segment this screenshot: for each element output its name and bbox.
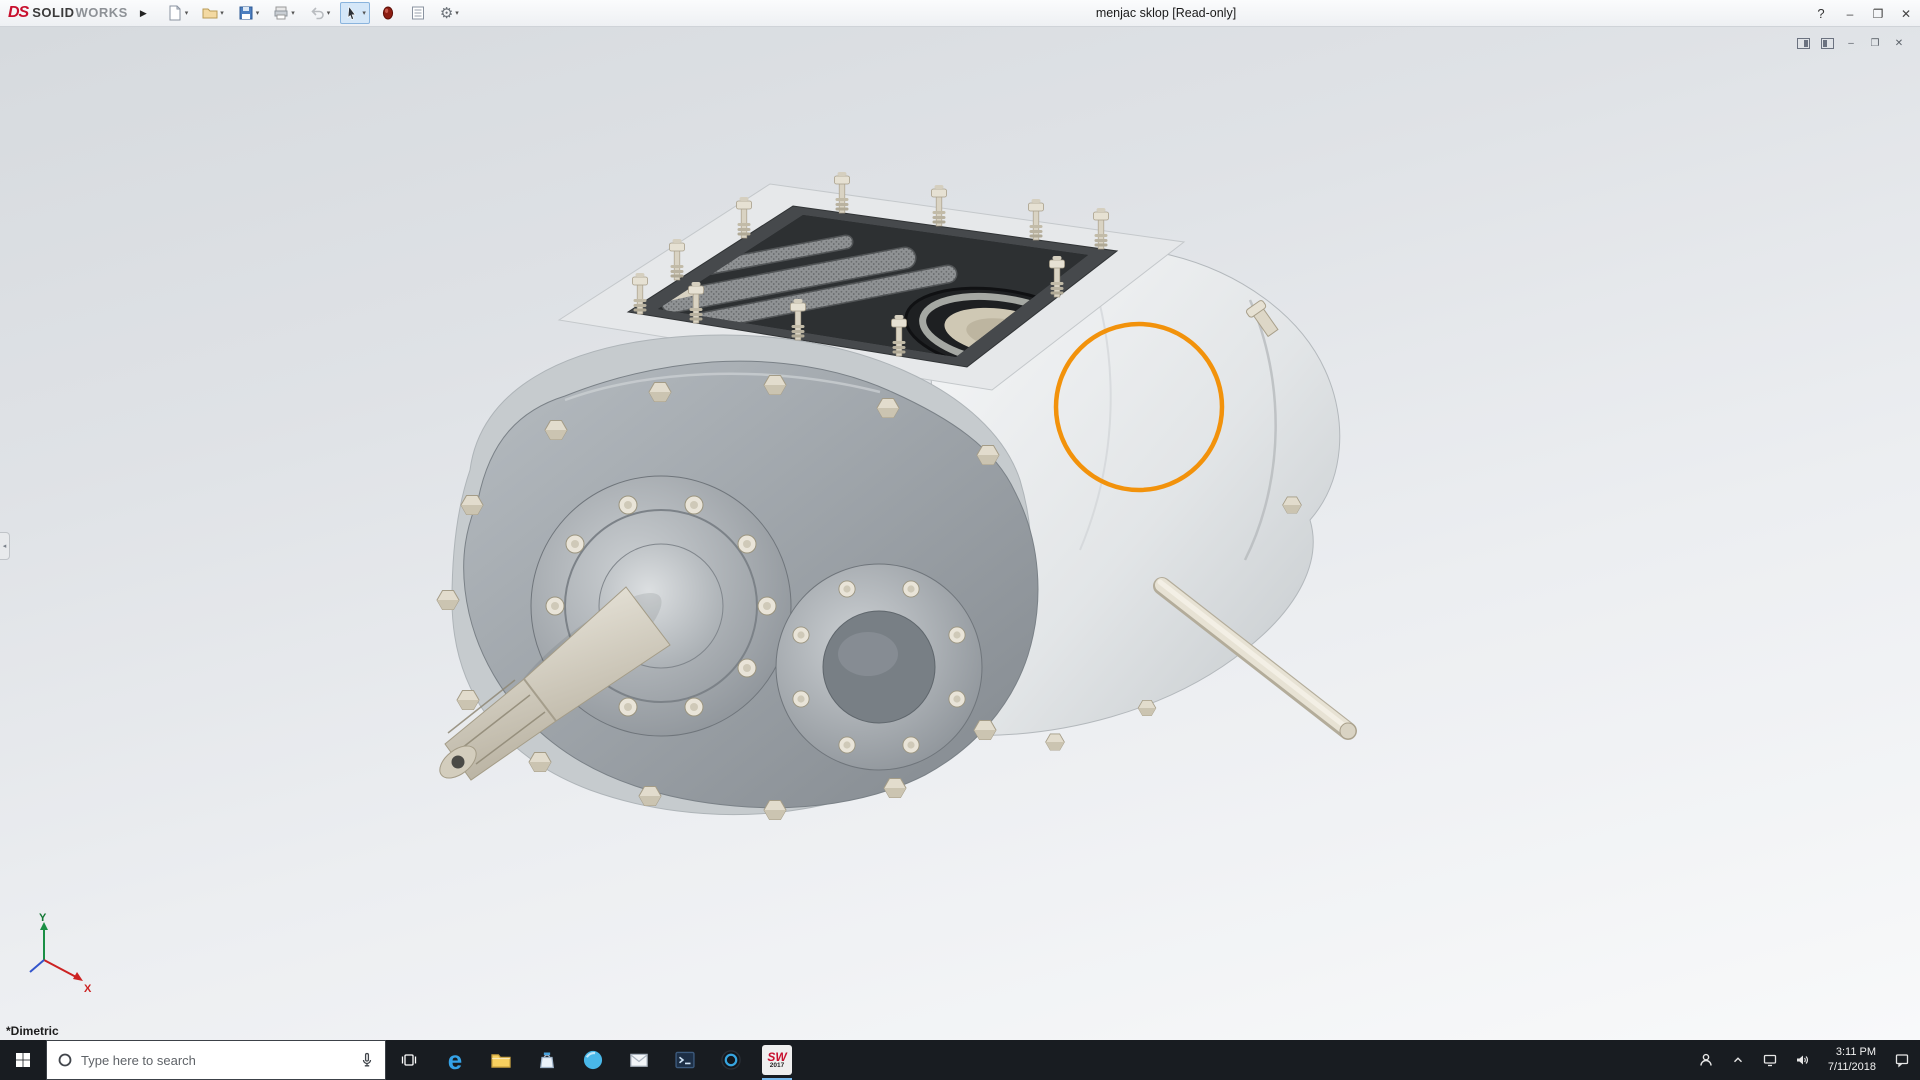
task-view-button[interactable] — [386, 1040, 432, 1080]
select-arrow-icon — [347, 5, 357, 20]
save-button[interactable]: ▾ — [234, 2, 264, 24]
speaker-icon — [1796, 1055, 1808, 1065]
maximize-button[interactable]: ❐ — [1864, 0, 1892, 27]
app-titlebar: DS SOLID WORKS ▶ ▾ ▾ ▾ ▾ ▾ ▾ ⚙ ▾ menjac … — [0, 0, 1920, 27]
sw-icon-text: SW — [767, 1049, 787, 1064]
orientation-triad: Y X — [29, 912, 92, 995]
microphone-icon[interactable] — [359, 1052, 375, 1068]
display-pane-icon[interactable] — [1794, 35, 1812, 51]
open-button[interactable]: ▾ — [198, 2, 228, 24]
window-controls: ? – ❐ ✕ — [1806, 0, 1920, 27]
volume-button[interactable] — [1788, 1040, 1816, 1080]
dropdown-icon[interactable]: ▾ — [220, 9, 224, 17]
dropdown-icon[interactable]: ▾ — [455, 9, 459, 17]
select-tool-button[interactable]: ▾ — [340, 2, 370, 24]
terminal-icon — [675, 1051, 695, 1069]
display-pane-alt-icon[interactable] — [1818, 35, 1836, 51]
task-view-icon — [401, 1054, 417, 1066]
dropdown-icon[interactable]: ▾ — [362, 9, 366, 17]
solidworks-taskbar-button[interactable]: SW 2017 — [754, 1040, 800, 1080]
file-explorer-icon — [491, 1054, 511, 1068]
edge-button[interactable]: e — [432, 1040, 478, 1080]
doc-restore-button[interactable]: ❐ — [1866, 35, 1884, 51]
print-icon — [274, 6, 288, 20]
close-button[interactable]: ✕ — [1892, 0, 1920, 27]
gear-icon: ⚙ — [439, 4, 454, 22]
action-center-icon — [1895, 1054, 1909, 1068]
logo-text-solid: SOLID — [32, 5, 75, 20]
new-document-button[interactable]: ▾ — [163, 2, 193, 24]
windows-logo-icon — [16, 1053, 30, 1067]
clock-time: 3:11 PM — [1835, 1046, 1876, 1059]
round-app-button[interactable] — [570, 1040, 616, 1080]
triad-x-label: X — [84, 983, 92, 995]
triad-y-label: Y — [39, 912, 47, 924]
clock-date: 7/11/2018 — [1827, 1061, 1876, 1073]
print-button[interactable]: ▾ — [269, 2, 299, 24]
sw-icon-year: 2017 — [769, 1061, 785, 1069]
solidworks-logo: DS SOLID WORKS — [0, 4, 136, 22]
undo-button[interactable]: ▾ — [305, 2, 335, 24]
open-folder-icon — [202, 8, 218, 19]
doc-minimize-button[interactable]: – — [1842, 35, 1860, 51]
document-window-controls: – ❐ ✕ — [1794, 35, 1908, 51]
options-button[interactable]: ⚙ ▾ — [436, 3, 463, 24]
solidworks-app-icon: SW 2017 — [762, 1045, 792, 1075]
round-app-icon — [583, 1050, 603, 1070]
menu-expand-icon[interactable]: ▶ — [136, 8, 157, 19]
chevron-up-icon — [1733, 1057, 1742, 1063]
document-title: menjac sklop [Read-only] — [1095, 6, 1237, 20]
minimize-button[interactable]: – — [1836, 0, 1864, 27]
output-flange[interactable] — [775, 563, 983, 771]
appearance-button[interactable] — [376, 2, 400, 24]
mail-button[interactable] — [616, 1040, 662, 1080]
system-tray: 3:11 PM 7/11/2018 — [1692, 1040, 1920, 1080]
flyout-arrow-icon: ◂ — [2, 543, 7, 550]
media-app-button[interactable] — [708, 1040, 754, 1080]
dassault-logo-icon: DS — [8, 4, 29, 21]
save-icon — [239, 6, 253, 20]
dropdown-icon[interactable]: ▾ — [256, 9, 260, 17]
store-bag-icon — [540, 1052, 554, 1069]
doc-close-button[interactable]: ✕ — [1890, 35, 1908, 51]
help-button[interactable]: ? — [1806, 6, 1836, 21]
panel-flyout-handle[interactable]: ◂ — [0, 532, 10, 560]
windows-taskbar: e — [0, 1040, 1920, 1080]
action-center-button[interactable] — [1888, 1040, 1916, 1080]
edge-icon: e — [447, 1045, 463, 1075]
start-button[interactable] — [0, 1040, 46, 1080]
graphics-area[interactable]: – ❐ ✕ ◂ Y X *Dimetric — [0, 27, 1920, 1040]
network-button[interactable] — [1756, 1040, 1784, 1080]
mail-icon — [630, 1053, 648, 1067]
network-icon — [1763, 1054, 1777, 1067]
sheet-icon — [411, 6, 424, 20]
new-document-icon — [169, 5, 181, 21]
view-orientation-label: *Dimetric — [6, 1024, 59, 1038]
terminal-button[interactable] — [662, 1040, 708, 1080]
search-icon — [58, 1053, 72, 1067]
dropdown-icon[interactable]: ▾ — [327, 9, 331, 17]
tray-expand-button[interactable] — [1724, 1040, 1752, 1080]
properties-sheet-button[interactable] — [406, 2, 430, 24]
logo-text-works: WORKS — [75, 5, 128, 20]
store-button[interactable] — [524, 1040, 570, 1080]
appearance-icon — [382, 6, 393, 20]
search-input[interactable] — [81, 1052, 351, 1068]
people-icon — [1700, 1053, 1712, 1066]
quick-toolbar: ▾ ▾ ▾ ▾ ▾ ▾ ⚙ ▾ — [157, 2, 463, 24]
gearbox-model[interactable] — [0, 27, 1920, 1040]
file-explorer-button[interactable] — [478, 1040, 524, 1080]
undo-icon — [311, 7, 324, 20]
taskbar-search-box[interactable] — [46, 1040, 386, 1080]
dropdown-icon[interactable]: ▾ — [291, 9, 295, 17]
dropdown-icon[interactable]: ▾ — [185, 9, 189, 17]
people-button[interactable] — [1692, 1040, 1720, 1080]
taskbar-clock[interactable]: 3:11 PM 7/11/2018 — [1820, 1045, 1884, 1075]
media-app-icon — [721, 1050, 741, 1070]
